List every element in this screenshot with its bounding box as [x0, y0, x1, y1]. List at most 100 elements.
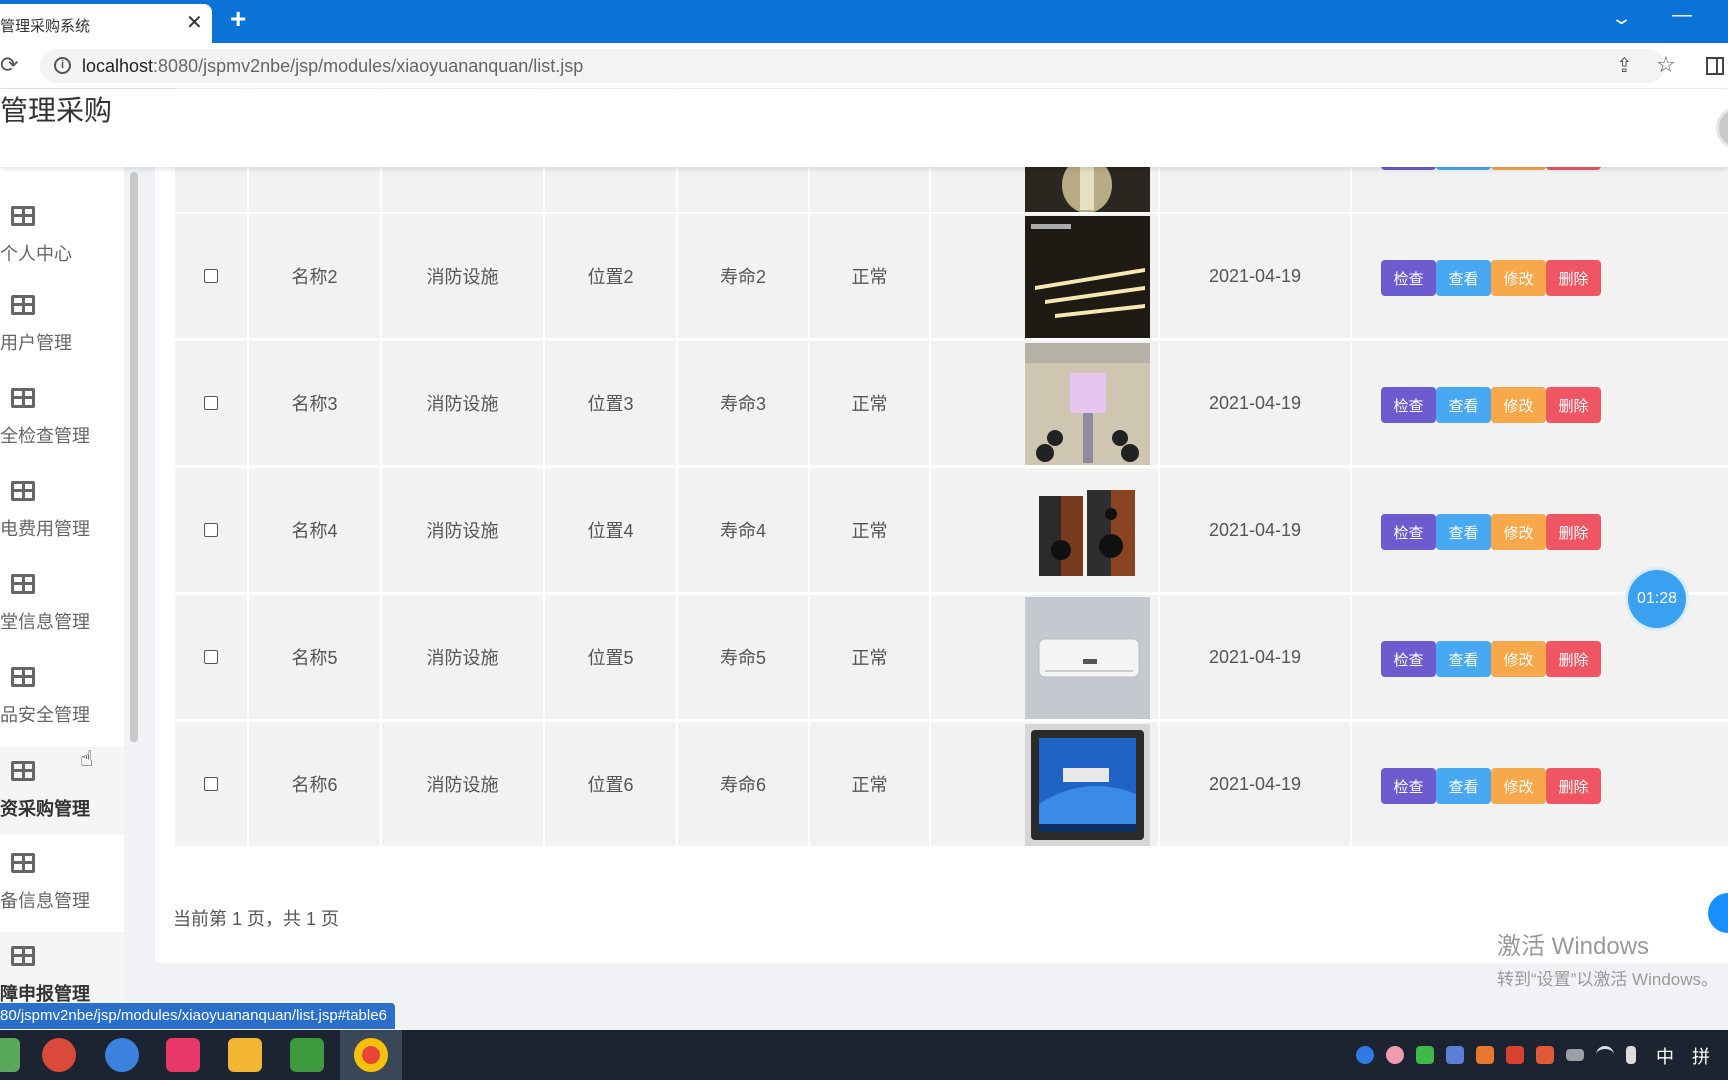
- share-icon[interactable]: ⇪: [1616, 53, 1633, 78]
- sidebar-item-electricity-fees[interactable]: 电费用管理: [0, 467, 124, 555]
- name-cell: 名称6: [249, 722, 382, 846]
- chat-app-icon[interactable]: [105, 1038, 139, 1072]
- url-input[interactable]: i localhost:8080/jspmv2nbe/jsp/modules/x…: [40, 49, 1676, 83]
- notepad-app-icon[interactable]: [290, 1038, 324, 1072]
- sidebar-item-label: 电费用管理: [0, 519, 90, 539]
- sidebar-item-label: 用户管理: [0, 333, 72, 353]
- edit-button[interactable]: 修改: [1491, 514, 1546, 550]
- tray-speaker-icon[interactable]: [1536, 1046, 1554, 1064]
- recording-timer[interactable]: 01:28: [1628, 570, 1686, 628]
- checkbox-cell: [175, 341, 249, 465]
- life-cell: 寿命2: [678, 214, 810, 338]
- delete-button[interactable]: 删除: [1546, 514, 1601, 550]
- view-button[interactable]: 查看: [1436, 514, 1491, 550]
- sidebar-item-canteen-info[interactable]: 堂信息管理: [0, 560, 124, 648]
- row-checkbox[interactable]: [204, 650, 218, 664]
- new-tab-button[interactable]: +: [230, 3, 246, 35]
- wechat-app-icon[interactable]: [0, 1038, 20, 1072]
- sidebar-item-label: 堂信息管理: [0, 612, 90, 632]
- edit-button[interactable]: 修改: [1491, 768, 1546, 804]
- tray-flower-icon[interactable]: [1386, 1046, 1404, 1064]
- type-cell: 消防设施: [382, 214, 545, 338]
- ime-mode-indicator[interactable]: 中: [1656, 1043, 1674, 1069]
- row-checkbox[interactable]: [204, 523, 218, 537]
- file-explorer-icon[interactable]: [228, 1038, 262, 1072]
- tray-orange-icon[interactable]: [1476, 1046, 1494, 1064]
- row-checkbox[interactable]: [204, 269, 218, 283]
- row-checkbox[interactable]: [204, 396, 218, 410]
- chevron-down-icon[interactable]: ⌄: [1610, 8, 1633, 29]
- delete-button[interactable]: 删除: [1546, 387, 1601, 423]
- delete-button[interactable]: 删除: [1546, 641, 1601, 677]
- table-icon: [11, 481, 35, 501]
- battery-icon[interactable]: [1566, 1049, 1584, 1061]
- location-cell: 位置6: [545, 722, 678, 846]
- view-button[interactable]: 查看: [1436, 768, 1491, 804]
- minimize-icon[interactable]: —: [1672, 4, 1692, 27]
- reload-icon[interactable]: ⟳: [0, 52, 18, 78]
- tray-app-icon[interactable]: [1356, 1046, 1374, 1064]
- wifi-icon[interactable]: [1596, 1046, 1614, 1064]
- edit-button[interactable]: 修改: [1491, 641, 1546, 677]
- sidebar-item-equipment-info[interactable]: 备信息管理: [0, 839, 124, 927]
- tray-red-icon[interactable]: [1506, 1046, 1524, 1064]
- view-button[interactable]: 查看: [1436, 641, 1491, 677]
- table-icon: [11, 946, 35, 966]
- close-icon[interactable]: ✕: [186, 10, 203, 35]
- view-button[interactable]: 查看: [1436, 260, 1491, 296]
- location-cell: 位置2: [545, 214, 678, 338]
- edit-button[interactable]: 修改: [1491, 387, 1546, 423]
- info-icon[interactable]: i: [54, 57, 71, 74]
- checkbox-cell: [175, 214, 249, 338]
- watermark-subtitle: 转到“设置”以激活 Windows。: [1497, 970, 1719, 989]
- sidebar-item-label: 个人中心: [0, 244, 72, 264]
- side-panel-icon[interactable]: [1706, 57, 1724, 75]
- table-icon: [11, 667, 35, 687]
- check-button[interactable]: 检查: [1381, 768, 1436, 804]
- browser-tab[interactable]: 管理采购系统 ✕: [0, 4, 212, 43]
- edit-button[interactable]: 修改: [1491, 260, 1546, 296]
- name-cell: 名称5: [249, 595, 382, 719]
- windows-activation-watermark: 激活 Windows 转到“设置”以激活 Windows。: [1497, 926, 1718, 990]
- sidebar-scrollbar[interactable]: [130, 172, 138, 742]
- tray-wechat-icon[interactable]: [1416, 1046, 1434, 1064]
- check-button[interactable]: 检查: [1381, 641, 1436, 677]
- sidebar-item-procurement[interactable]: 资采购管理: [0, 747, 124, 835]
- table-icon: [11, 761, 35, 781]
- chrome-app-icon[interactable]: [354, 1038, 388, 1072]
- check-button[interactable]: 检查: [1381, 387, 1436, 423]
- volume-icon[interactable]: [1626, 1046, 1636, 1064]
- row-checkbox[interactable]: [204, 777, 218, 791]
- star-icon[interactable]: ☆: [1656, 52, 1676, 78]
- item-image: [1025, 724, 1150, 846]
- type-cell: 消防设施: [382, 341, 545, 465]
- sidebar-item-label: 全检查管理: [0, 426, 90, 446]
- view-button[interactable]: 查看: [1436, 387, 1491, 423]
- sidebar-item-users[interactable]: 用户管理: [0, 281, 124, 369]
- status-cell: 正常: [810, 214, 931, 338]
- tray-box-icon[interactable]: [1446, 1046, 1464, 1064]
- table-row: 名称4 消防设施 位置4 寿命4 正常 2021-04-19 检查 查看 修改 …: [175, 468, 1728, 592]
- check-button[interactable]: 检查: [1381, 260, 1436, 296]
- status-cell: 正常: [810, 341, 931, 465]
- date-cell: 2021-04-19: [1160, 595, 1352, 719]
- delete-button[interactable]: 删除: [1546, 768, 1601, 804]
- browser-app-icon[interactable]: [42, 1038, 76, 1072]
- intellij-app-icon[interactable]: [166, 1038, 200, 1072]
- page-title: 管理采购: [0, 95, 113, 126]
- check-button[interactable]: 检查: [1381, 514, 1436, 550]
- app-header: 管理采购: [0, 89, 1728, 167]
- delete-button[interactable]: 删除: [1546, 260, 1601, 296]
- date-cell: 2021-04-19: [1160, 468, 1352, 592]
- avatar[interactable]: [1716, 106, 1728, 150]
- tab-title: 管理采购系统: [0, 18, 91, 35]
- url-text: localhost:8080/jspmv2nbe/jsp/modules/xia…: [82, 56, 583, 77]
- sidebar-item-personal-center[interactable]: 个人中心: [0, 192, 124, 280]
- sidebar-item-food-safety[interactable]: 品安全管理: [0, 653, 124, 741]
- sidebar-item-safety-check[interactable]: 全检查管理: [0, 374, 124, 462]
- checkbox-cell: [175, 722, 249, 846]
- life-cell: 寿命4: [678, 468, 810, 592]
- ime-pinyin-indicator[interactable]: 拼: [1692, 1043, 1710, 1069]
- status-cell: 正常: [810, 595, 931, 719]
- table-icon: [11, 295, 35, 315]
